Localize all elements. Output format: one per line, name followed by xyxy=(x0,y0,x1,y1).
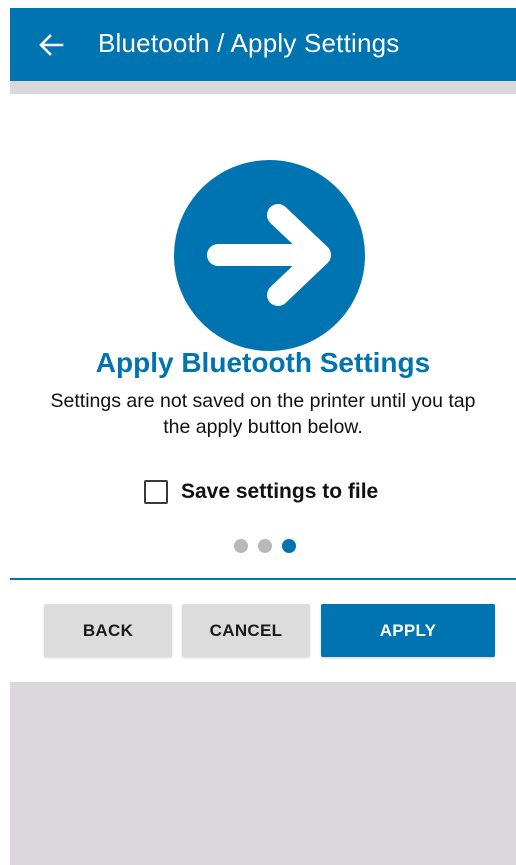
save-settings-label: Save settings to file xyxy=(181,480,379,503)
arrow-left-icon[interactable] xyxy=(36,30,66,60)
apply-button[interactable]: APPLY xyxy=(321,604,495,657)
card-description: Settings are not saved on the printer un… xyxy=(50,390,476,438)
screen: Bluetooth / Apply Settings Apply Bluetoo… xyxy=(10,8,516,865)
page-dot-active xyxy=(282,539,296,553)
back-button[interactable]: BACK xyxy=(44,604,172,657)
save-settings-checkbox[interactable] xyxy=(144,480,168,504)
arrow-right-circle-icon xyxy=(174,160,365,351)
page-dot xyxy=(234,539,248,553)
save-settings-checkbox-row[interactable]: Save settings to file xyxy=(144,480,378,504)
divider xyxy=(10,578,516,580)
page-title: Bluetooth / Apply Settings xyxy=(98,28,400,58)
app-bar: Bluetooth / Apply Settings xyxy=(10,8,516,81)
page-indicator xyxy=(234,539,296,553)
cancel-button[interactable]: CANCEL xyxy=(182,604,310,657)
card-title: Apply Bluetooth Settings xyxy=(95,347,431,378)
page-dot xyxy=(258,539,272,553)
apply-settings-card: Apply Bluetooth Settings Settings are no… xyxy=(10,94,516,682)
